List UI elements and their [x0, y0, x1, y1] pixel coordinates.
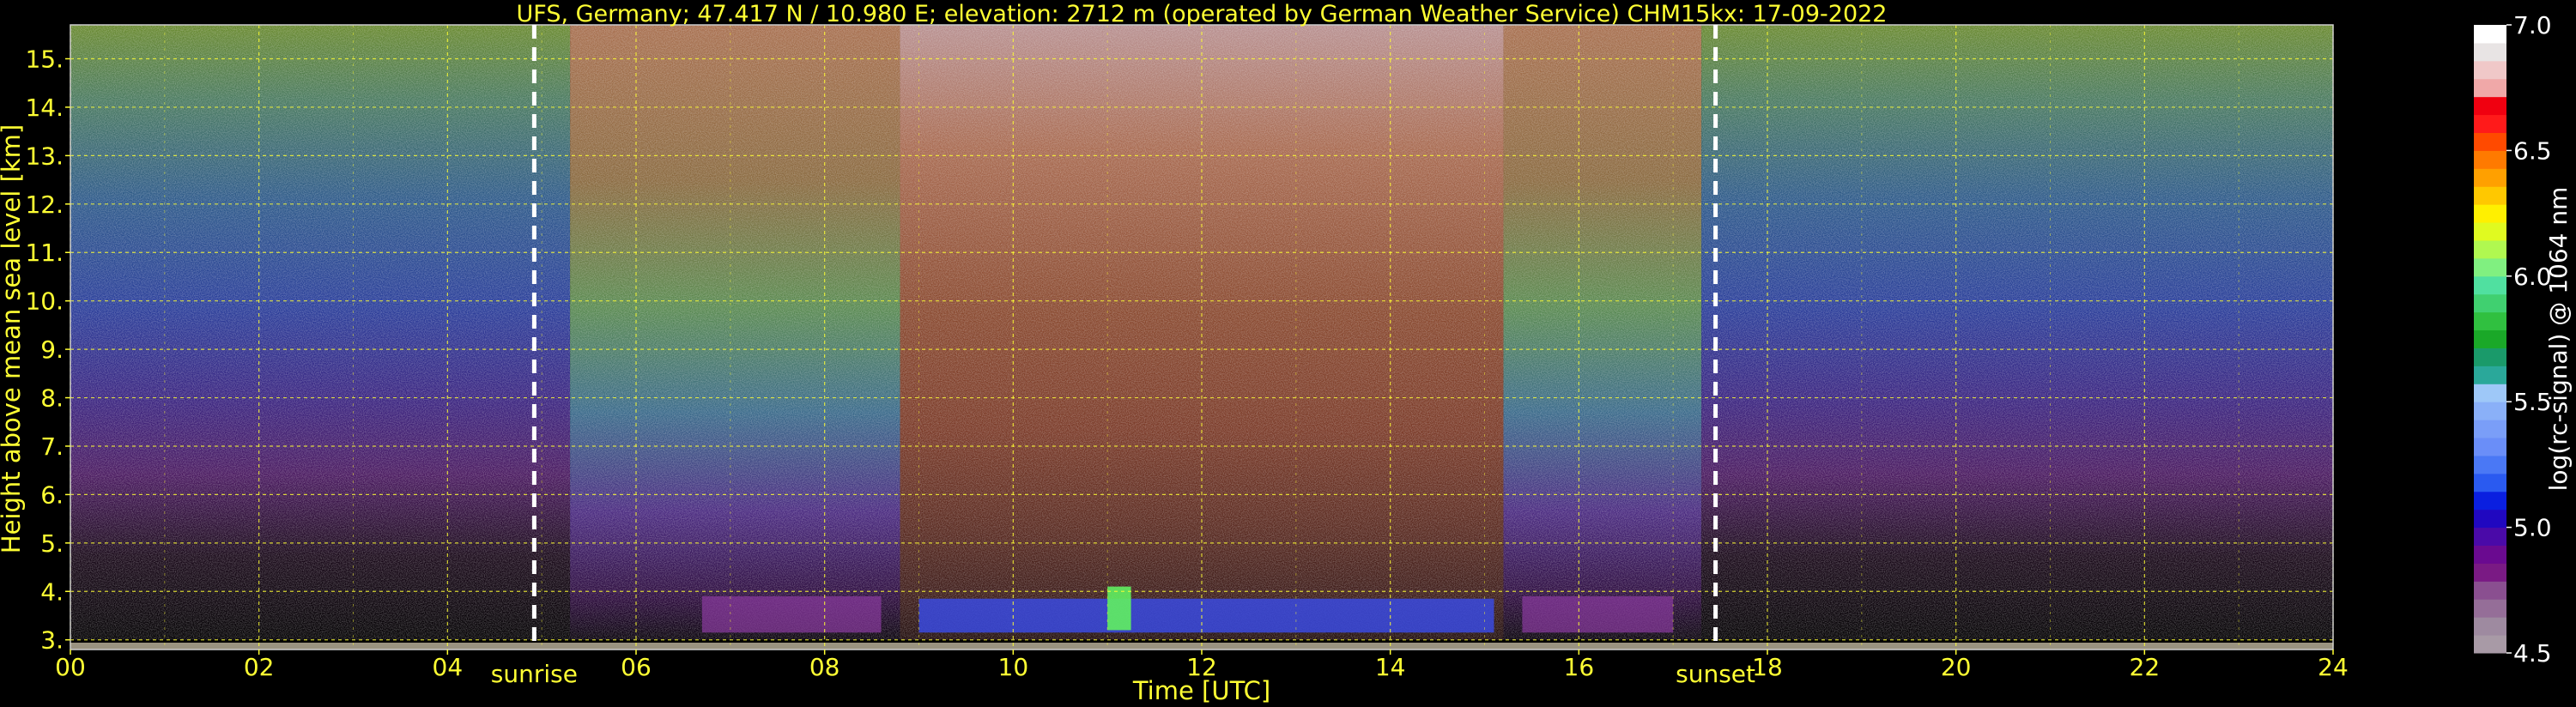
y-tick-label: 4.: [40, 577, 64, 606]
colorbar-segment: [2474, 60, 2506, 80]
cbl-segment-afternoon: [1522, 595, 1674, 633]
colorbar-segment: [2474, 186, 2506, 205]
colorbar-tick-label: 7.0: [2513, 11, 2552, 39]
colorbar-segment: [2474, 25, 2506, 44]
y-tick-label: 3.: [40, 626, 64, 655]
colorbar-segment: [2474, 420, 2506, 438]
colorbar-segment: [2474, 78, 2506, 98]
colorbar-segment: [2474, 347, 2506, 366]
colorbar-segment: [2474, 617, 2506, 636]
cbl-segment-midday: [918, 598, 1494, 633]
x-tick-label: 18: [1752, 653, 1783, 681]
colorbar-segment: [2474, 509, 2506, 529]
colorbar-segment: [2474, 455, 2506, 474]
sun-label-sunrise: sunrise: [491, 660, 578, 688]
y-tick-label: 13.: [25, 142, 64, 170]
colorbar-segment: [2474, 384, 2506, 402]
colorbar-tick-label: 4.5: [2513, 639, 2552, 668]
x-tick-label: 24: [2318, 653, 2349, 681]
colorbar-segment: [2474, 204, 2506, 223]
x-tick-label: 02: [244, 653, 275, 681]
colorbar-tick-label: 5.0: [2513, 514, 2552, 542]
cbl-segment-morning: [701, 595, 882, 633]
cbl-green-spot: [1107, 586, 1131, 631]
x-tick-label: 08: [809, 653, 840, 681]
y-tick-label: 8.: [40, 384, 64, 413]
chart-title: UFS, Germany; 47.417 N / 10.980 E; eleva…: [517, 1, 1888, 27]
y-tick-label: 10.: [25, 287, 64, 316]
y-axis-label: Height above mean sea level [km]: [0, 124, 26, 553]
x-tick-label: 00: [55, 653, 86, 681]
y-tick-label: 12.: [25, 190, 64, 219]
colorbar-segment: [2474, 311, 2506, 331]
colorbar-segment: [2474, 329, 2506, 348]
y-tick-label: 6.: [40, 480, 64, 509]
y-tick-label: 15.: [25, 45, 64, 74]
colorbar-segment: [2474, 599, 2506, 618]
y-tick-label: 7.: [40, 432, 64, 461]
x-tick-label: 22: [2130, 653, 2161, 681]
colorbar-segment: [2474, 563, 2506, 582]
colorbar-segment: [2474, 275, 2506, 295]
colorbar-segment: [2474, 635, 2506, 654]
colorbar-segment: [2474, 527, 2506, 547]
sun-label-sunset: sunset: [1676, 660, 1755, 688]
y-tick-label: 5.: [40, 529, 64, 558]
colorbar-segment: [2474, 581, 2506, 600]
colorbar-segment: [2474, 222, 2506, 241]
colorbar-segment: [2474, 114, 2506, 133]
x-tick-label: 14: [1375, 653, 1406, 681]
colorbar-segment: [2474, 239, 2506, 259]
colorbar-segment: [2474, 293, 2506, 313]
y-tick-label: 9.: [40, 335, 64, 364]
y-tick-label: 11.: [25, 239, 64, 267]
colorbar-segment: [2474, 366, 2506, 384]
colorbar-segment: [2474, 438, 2506, 456]
x-tick-label: 16: [1564, 653, 1595, 681]
colorbar-segment: [2474, 96, 2506, 116]
x-axis-label: Time [UTC]: [1132, 676, 1270, 705]
colorbar: 7.06.56.05.55.04.5: [2474, 11, 2552, 668]
colorbar-segment: [2474, 257, 2506, 277]
x-tick-label: 10: [998, 653, 1029, 681]
colorbar-label: log(rc-signal) @ 1064 nm: [2544, 187, 2573, 492]
colorbar-segment: [2474, 473, 2506, 492]
colorbar-segment: [2474, 132, 2506, 151]
colorbar-segment: [2474, 545, 2506, 564]
x-tick-label: 06: [621, 653, 652, 681]
colorbar-segment: [2474, 150, 2506, 169]
colorbar-tick-label: 6.5: [2513, 136, 2552, 165]
colorbar-segment: [2474, 402, 2506, 420]
lidar-chart: sunrise sunset 00 02 04 06 08 10 12 14 16 18 20 22 24…: [0, 1, 2573, 705]
colorbar-segment: [2474, 42, 2506, 62]
y-ticks: 3. 4. 5. 6. 7. 8. 9. 10. 11. 12. 13. 14. 15.: [25, 45, 70, 655]
y-tick-label: 14.: [25, 94, 64, 122]
x-tick-label: 20: [1941, 653, 1972, 681]
colorbar-segment: [2474, 491, 2506, 511]
colorbar-segment: [2474, 168, 2506, 187]
x-tick-label: 04: [433, 653, 464, 681]
